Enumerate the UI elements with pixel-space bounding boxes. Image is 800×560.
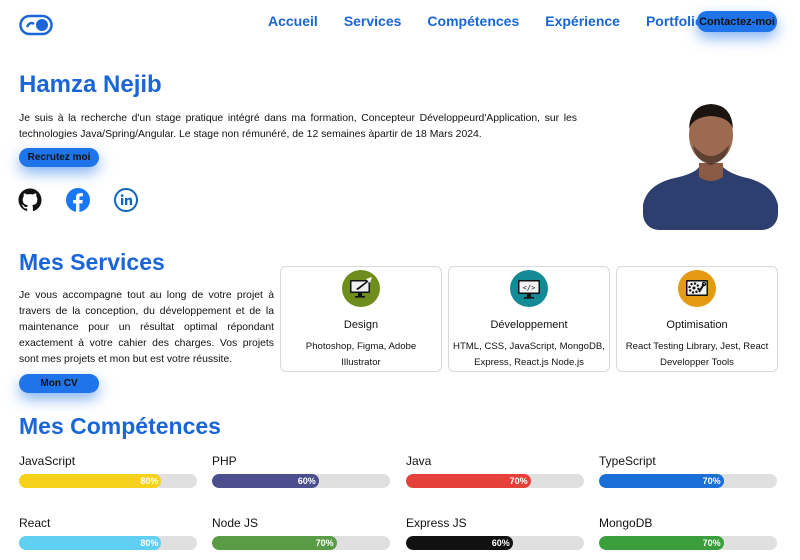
cv-button[interactable]: Mon CV: [19, 374, 99, 393]
skill-bar: 60%: [406, 536, 584, 550]
main-nav: Accueil Services Compétences Expérience …: [268, 13, 704, 29]
skill-fill: 60%: [406, 536, 513, 550]
nav-portfolio[interactable]: Portfolio: [646, 13, 704, 29]
service-title: Développement: [490, 319, 568, 331]
facebook-icon[interactable]: [66, 188, 90, 212]
skill-typescript: TypeScript 70%: [599, 454, 777, 488]
skill-nodejs: Node JS 70%: [212, 516, 390, 550]
hero-text: Je suis à la recherche d'un stage pratiq…: [19, 113, 577, 140]
skill-percent: 60%: [297, 476, 316, 486]
service-card-optimisation: Optimisation React Testing Library, Jest…: [616, 266, 778, 372]
skill-bar: 70%: [599, 474, 777, 488]
skill-fill: 60%: [212, 474, 319, 488]
social-links: [18, 188, 162, 212]
nav-competences[interactable]: Compétences: [427, 13, 519, 29]
service-title: Optimisation: [666, 319, 728, 331]
hire-me-button[interactable]: Recrutez moi: [19, 148, 99, 167]
skill-name: JavaScript: [19, 454, 76, 468]
contact-button[interactable]: Contactez-moi: [697, 11, 777, 32]
skill-percent: 70%: [315, 538, 334, 548]
skill-fill: 70%: [406, 474, 531, 488]
service-desc: React Testing Library, Jest, React Devel…: [625, 341, 769, 368]
service-desc: HTML, CSS, JavaScript, MongoDB, Express,…: [453, 341, 605, 368]
design-monitor-icon: [342, 270, 380, 307]
skill-percent: 80%: [140, 476, 159, 486]
gear-tools-icon: [678, 270, 716, 307]
service-card-design: Design Photoshop, Figma, Adobe Illustrat…: [280, 266, 442, 372]
services-title: Mes Services: [19, 249, 165, 275]
skill-name: Java: [406, 454, 432, 468]
svg-text:</>: </>: [523, 284, 536, 292]
skill-expressjs: Express JS 60%: [406, 516, 584, 550]
skill-name: PHP: [212, 454, 237, 468]
skill-fill: 70%: [599, 474, 724, 488]
skills-title: Mes Compétences: [19, 413, 221, 439]
service-title: Design: [343, 319, 379, 331]
skill-bar: 70%: [406, 474, 584, 488]
skill-bar: 60%: [212, 474, 390, 488]
nav-services[interactable]: Services: [344, 13, 402, 29]
code-monitor-icon: </>: [510, 270, 548, 307]
service-card-development: </> Développement HTML, CSS, JavaScript,…: [448, 266, 610, 372]
skill-bar: 80%: [19, 474, 197, 488]
service-cards: Design Photoshop, Figma, Adobe Illustrat…: [280, 266, 778, 372]
github-icon[interactable]: [18, 188, 42, 212]
skill-fill: 80%: [19, 536, 162, 550]
hero-name: Hamza Nejib: [19, 71, 162, 98]
skill-bar: 80%: [19, 536, 197, 550]
skill-javascript: JavaScript 80%: [19, 454, 197, 488]
skill-java: Java 70%: [406, 454, 584, 488]
skill-php: PHP 60%: [212, 454, 390, 488]
toggle-logo-icon[interactable]: [19, 14, 53, 36]
nav-experience[interactable]: Expérience: [545, 13, 620, 29]
skill-fill: 80%: [19, 474, 162, 488]
services-text: Je vous accompagne tout au long de votre…: [19, 290, 274, 365]
skill-name: MongoDB: [599, 516, 653, 530]
skill-name: Node JS: [212, 516, 259, 530]
skill-name: Express JS: [406, 516, 467, 530]
skill-percent: 60%: [491, 538, 510, 548]
skill-fill: 70%: [212, 536, 337, 550]
skill-percent: 80%: [140, 538, 159, 548]
skill-bar: 70%: [599, 536, 777, 550]
skill-mongodb: MongoDB 70%: [599, 516, 777, 550]
skill-react: React 80%: [19, 516, 197, 550]
linkedin-icon[interactable]: [114, 188, 138, 212]
skill-percent: 70%: [509, 476, 528, 486]
skill-fill: 70%: [599, 536, 724, 550]
skill-percent: 70%: [702, 538, 721, 548]
skill-name: TypeScript: [599, 454, 656, 468]
skill-percent: 70%: [702, 476, 721, 486]
profile-photo: [643, 93, 778, 230]
nav-accueil[interactable]: Accueil: [268, 13, 318, 29]
service-desc: Photoshop, Figma, Adobe Illustrator: [305, 341, 417, 368]
skill-bar: 70%: [212, 536, 390, 550]
skill-name: React: [19, 516, 51, 530]
